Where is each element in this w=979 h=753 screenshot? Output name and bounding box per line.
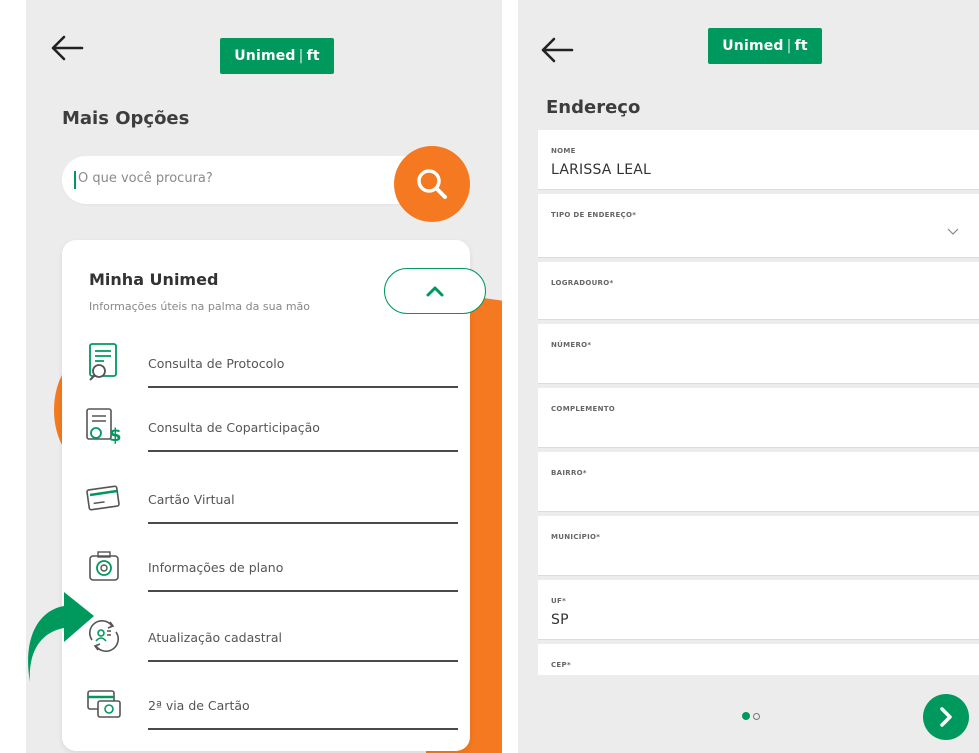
unimed-logo: Unimed | ft	[220, 38, 334, 74]
logo-mark: ft	[794, 38, 808, 54]
chevron-right-icon	[940, 707, 952, 727]
menu-item-label: 2ª via de Cartão	[148, 698, 250, 713]
unimed-logo: Unimed | ft	[708, 28, 822, 64]
field-label: UF*	[551, 597, 567, 605]
divider	[148, 522, 458, 524]
menu-item-protocol[interactable]: Consulta de Protocolo	[82, 340, 462, 396]
neighborhood-field[interactable]: BAIRRO*	[538, 452, 979, 512]
field-label: COMPLEMENTO	[551, 405, 616, 413]
field-label: NOME	[551, 147, 576, 155]
menu-item-virtual-card[interactable]: Cartão Virtual	[82, 476, 462, 532]
menu-item-coparticipation[interactable]: $ Consulta de Coparticipação	[82, 404, 462, 460]
field-value: LARISSA LEAL	[551, 162, 652, 178]
menu-item-label: Informações de plano	[148, 560, 284, 575]
page-title: Endereço	[546, 97, 641, 118]
card-subtitle: Informações úteis na palma da sua mão	[89, 300, 310, 313]
menu-item-plan-info[interactable]: Informações de plano	[82, 544, 462, 600]
search-placeholder: O que você procura?	[78, 171, 213, 186]
page-title: Mais Opções	[62, 108, 190, 129]
field-label: LOGRADOURO*	[551, 279, 614, 287]
text-cursor	[74, 171, 76, 189]
field-label: CEP*	[551, 661, 571, 669]
address-screen: Unimed | ft Endereço NOME LARISSA LEAL TIP…	[518, 0, 979, 753]
name-field[interactable]: NOME LARISSA LEAL	[538, 130, 979, 190]
page-dot-active	[742, 712, 750, 720]
field-label: BAIRRO*	[551, 469, 587, 477]
zip-field[interactable]: CEP*	[538, 644, 979, 675]
chevron-up-icon	[426, 286, 444, 297]
logo-mark: ft	[306, 48, 320, 64]
complement-field[interactable]: COMPLEMENTO	[538, 388, 979, 448]
plan-info-icon	[82, 544, 126, 588]
number-field[interactable]: NÚMERO*	[538, 324, 979, 384]
virtual-card-icon	[82, 476, 126, 520]
card-title: Minha Unimed	[89, 270, 219, 289]
page-dot-inactive	[753, 712, 760, 720]
menu-item-label: Atualização cadastral	[148, 630, 282, 645]
address-form: NOME LARISSA LEAL TIPO DE ENDEREÇO* LOGR…	[538, 130, 979, 675]
logo-text: Unimed	[722, 38, 784, 54]
search-icon	[417, 169, 447, 199]
menu-item-label: Cartão Virtual	[148, 492, 235, 507]
chevron-down-icon	[947, 228, 959, 235]
svg-text:$: $	[109, 425, 122, 446]
menu-item-label: Consulta de Protocolo	[148, 356, 285, 371]
protocol-search-icon	[82, 340, 126, 384]
field-value: SP	[551, 612, 569, 628]
field-label: MUNICÍPIO*	[551, 533, 601, 541]
search-input[interactable]: O que você procura?	[62, 156, 442, 204]
page-indicator	[742, 712, 760, 720]
menu-item-registration-update[interactable]: Atualização cadastral	[82, 614, 462, 670]
city-field[interactable]: MUNICÍPIO*	[538, 516, 979, 576]
state-field[interactable]: UF* SP	[538, 580, 979, 640]
logo-text: Unimed	[234, 48, 296, 64]
divider	[148, 590, 458, 592]
menu-item-label: Consulta de Coparticipação	[148, 420, 320, 435]
divider	[148, 728, 458, 730]
divider	[148, 450, 458, 452]
coparticipation-icon: $	[82, 404, 126, 448]
more-options-screen: Unimed | ft Mais Opções O que você procura…	[26, 0, 502, 753]
field-label: NÚMERO*	[551, 341, 592, 349]
divider	[148, 386, 458, 388]
back-arrow-icon[interactable]	[540, 36, 574, 68]
menu-item-card-copy[interactable]: 2ª via de Cartão	[82, 682, 462, 738]
field-label: TIPO DE ENDEREÇO*	[551, 211, 637, 219]
search-button[interactable]	[394, 146, 470, 222]
pointer-arrow-icon	[26, 592, 96, 688]
address-type-select[interactable]: TIPO DE ENDEREÇO*	[538, 194, 979, 258]
collapse-button[interactable]	[384, 268, 486, 314]
divider	[148, 660, 458, 662]
street-field[interactable]: LOGRADOURO*	[538, 262, 979, 320]
card-copy-icon	[82, 682, 126, 726]
next-button[interactable]	[923, 694, 969, 740]
back-arrow-icon[interactable]	[50, 34, 84, 66]
minha-unimed-card: Minha Unimed Informações úteis na palma …	[62, 240, 486, 751]
